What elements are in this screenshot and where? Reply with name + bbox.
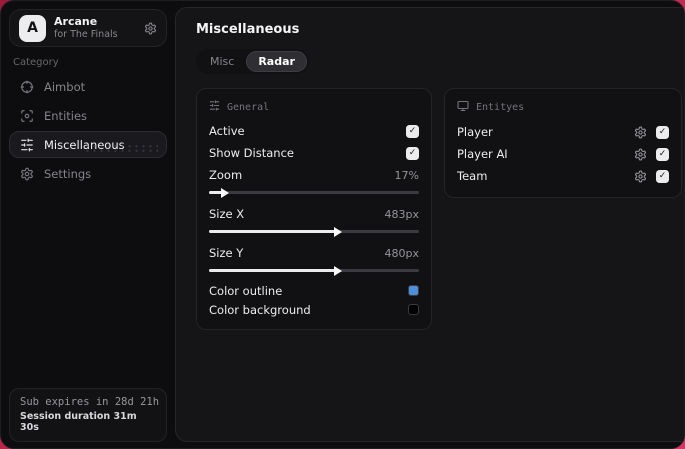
general-panel: General Active ✓ Show Distance ✓ Zoom 17… (196, 88, 432, 330)
scan-icon (20, 109, 34, 123)
session-duration-text: Session duration 31m 30s (20, 411, 137, 433)
subscription-card: Sub expires in 28d 21h Session duration … (9, 388, 167, 442)
brand-logo: A (19, 14, 46, 42)
gear-icon[interactable] (634, 148, 647, 161)
color-outline-row: Color outline (209, 281, 419, 300)
sidebar-item-label: Aimbot (44, 79, 86, 94)
size-x-row: Size X 483px (209, 203, 419, 225)
zoom-value: 17% (394, 168, 419, 182)
sidebar-item-settings[interactable]: Settings (9, 160, 167, 187)
team-row: Team ✓ (457, 165, 669, 187)
color-background-swatch[interactable] (408, 304, 419, 315)
color-background-row: Color background (209, 300, 419, 319)
gear-icon[interactable] (634, 170, 647, 183)
sidebar-item-label: Miscellaneous (44, 137, 125, 152)
panels: General Active ✓ Show Distance ✓ Zoom 17… (196, 88, 682, 330)
show-distance-checkbox[interactable]: ✓ (406, 146, 419, 160)
sidebar-item-miscellaneous[interactable]: Miscellaneous (9, 131, 167, 158)
player-checkbox[interactable]: ✓ (656, 125, 669, 139)
size-x-value: 483px (384, 207, 420, 221)
sub-expires-text: Sub expires in 28d 21h (20, 396, 160, 408)
zoom-row: Zoom 17% (209, 164, 419, 186)
entities-panel-title: Entityes (476, 102, 525, 113)
sliders-icon (20, 138, 34, 152)
general-panel-title: General (227, 101, 270, 113)
brand-card: A Arcane for The Finals (9, 9, 167, 47)
player-controls: ✓ (634, 125, 669, 139)
size-x-label: Size X (209, 207, 245, 221)
player-row: Player ✓ (457, 121, 669, 143)
size-y-slider[interactable] (209, 265, 419, 276)
player-ai-controls: ✓ (634, 147, 669, 161)
team-checkbox[interactable]: ✓ (656, 169, 669, 183)
category-label: Category (13, 57, 59, 68)
player-label: Player (457, 125, 493, 139)
entities-panel-header: Entityes (457, 100, 669, 115)
main-content: Miscellaneous Misc Radar General Active … (175, 7, 684, 442)
size-x-slider[interactable] (209, 226, 419, 237)
show-distance-row: Show Distance ✓ (209, 142, 419, 164)
brand-title: Arcane (54, 15, 98, 29)
size-x-slider-fill (209, 226, 342, 237)
gear-icon (20, 167, 34, 181)
tab-radar[interactable]: Radar (246, 51, 307, 72)
player-ai-row: Player AI ✓ (457, 143, 669, 165)
sliders-icon (209, 100, 220, 114)
gear-icon[interactable] (634, 126, 647, 139)
sidebar-nav: Aimbot Entities Miscellaneous Settings (1, 73, 175, 187)
color-outline-swatch[interactable] (408, 285, 419, 296)
color-background-label: Color background (209, 302, 311, 317)
general-panel-header: General (209, 100, 419, 114)
app-window: A Arcane for The Finals Category Aimbot (0, 0, 685, 449)
team-controls: ✓ (634, 169, 669, 183)
page-title: Miscellaneous (196, 22, 300, 37)
crosshair-icon (20, 80, 34, 94)
tab-misc[interactable]: Misc (198, 51, 246, 72)
brand-text: Arcane for The Finals (54, 15, 118, 41)
zoom-label: Zoom (209, 168, 243, 182)
brand-subtitle: for The Finals (54, 28, 118, 40)
entities-panel: Entityes Player ✓ Player AI ✓ Team ✓ (444, 88, 682, 198)
show-distance-label: Show Distance (209, 146, 294, 160)
player-ai-checkbox[interactable]: ✓ (656, 147, 669, 161)
size-y-row: Size Y 480px (209, 242, 419, 264)
sidebar-item-aimbot[interactable]: Aimbot (9, 73, 167, 100)
sidebar-item-label: Entities (44, 108, 88, 123)
active-row: Active ✓ (209, 120, 419, 142)
active-checkbox[interactable]: ✓ (406, 124, 419, 138)
zoom-slider-fill (209, 187, 228, 198)
active-label: Active (209, 124, 245, 138)
size-y-slider-fill (209, 265, 342, 276)
size-y-value: 480px (384, 246, 420, 260)
gear-icon[interactable] (144, 22, 157, 35)
team-label: Team (457, 169, 488, 183)
sidebar-item-label: Settings (44, 166, 92, 181)
color-outline-label: Color outline (209, 283, 283, 298)
monitor-icon (457, 100, 469, 115)
zoom-slider[interactable] (209, 187, 419, 198)
sidebar: A Arcane for The Finals Category Aimbot (1, 1, 175, 448)
sidebar-item-entities[interactable]: Entities (9, 102, 167, 129)
size-y-label: Size Y (209, 246, 244, 260)
tab-bar: Misc Radar (196, 49, 309, 74)
player-ai-label: Player AI (457, 147, 508, 161)
